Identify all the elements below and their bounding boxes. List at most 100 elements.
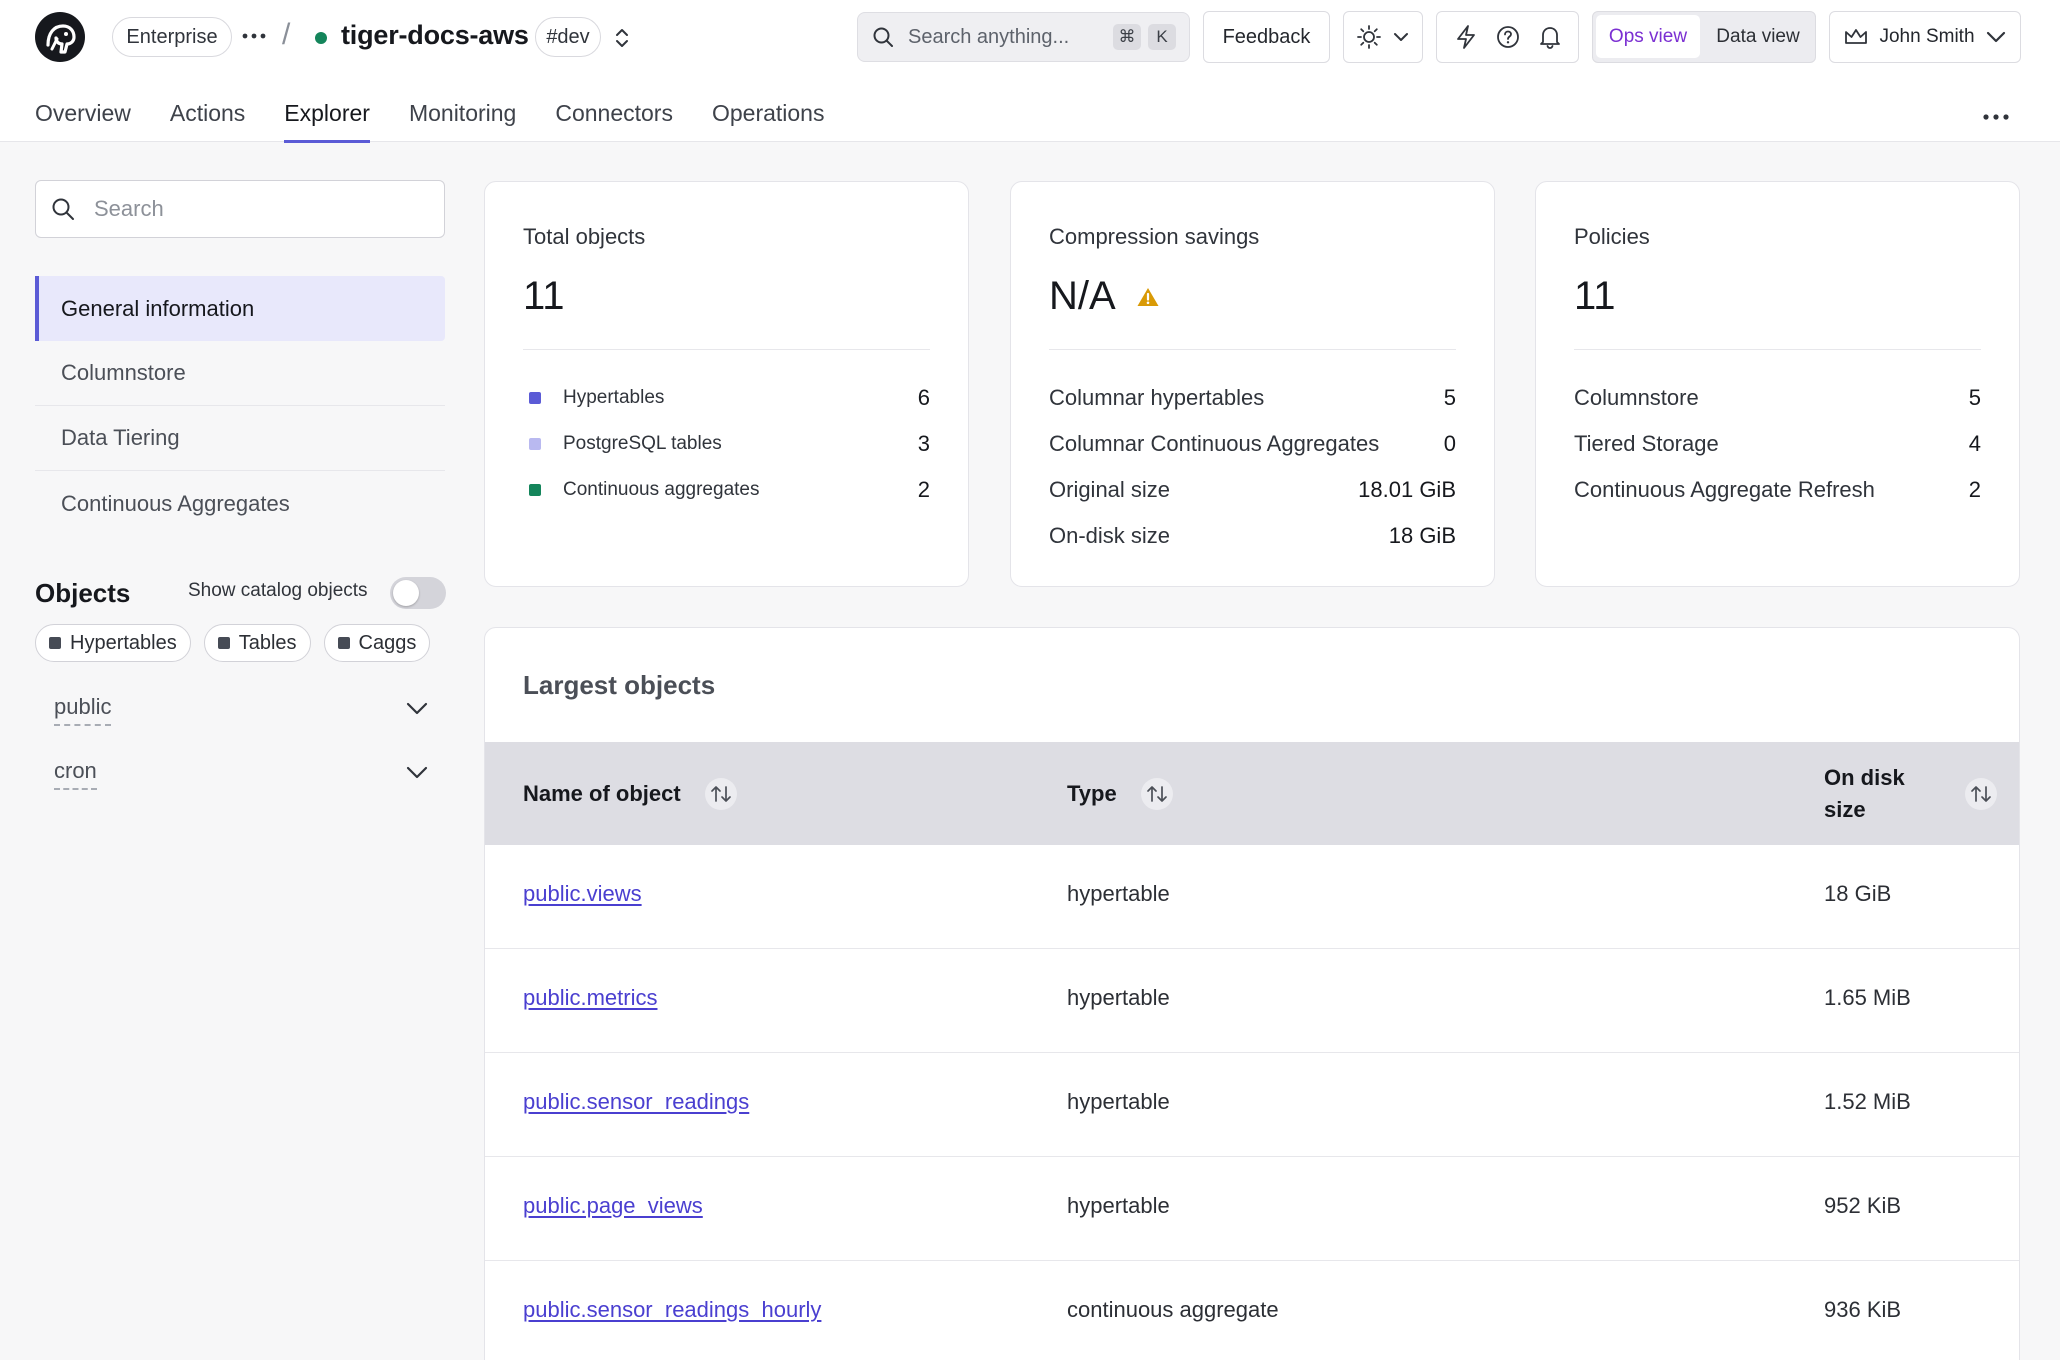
tab-actions[interactable]: Actions [170, 100, 245, 142]
stat-row-columnstore: Columnstore 5 [1574, 375, 1981, 421]
chevron-down-icon[interactable] [404, 698, 430, 718]
crown-icon [1843, 26, 1869, 48]
nav-continuous-aggregates[interactable]: Continuous Aggregates [35, 471, 445, 536]
branch-badge[interactable]: #dev [535, 17, 601, 57]
square-icon [337, 637, 350, 649]
column-label-line1: On disk [1824, 764, 1905, 790]
sort-icon[interactable] [704, 777, 737, 810]
filter-label: Hypertables [70, 631, 177, 654]
warning-icon[interactable] [1136, 286, 1160, 308]
sort-icon[interactable] [1140, 777, 1173, 810]
user-menu-button[interactable]: John Smith [1829, 11, 2021, 63]
stat-label: Continuous aggregates [563, 479, 760, 500]
square-icon [529, 438, 541, 450]
shortcut-k-key: K [1148, 24, 1176, 50]
stat-row-hypertables: Hypertables 6 [523, 375, 930, 421]
object-size: 936 KiB [1824, 1297, 1902, 1322]
breadcrumb-separator: / [282, 18, 291, 51]
filter-caggs[interactable]: Caggs [323, 624, 431, 662]
service-status-dot [315, 32, 327, 44]
object-filters: Hypertables Tables Caggs [35, 624, 431, 662]
tab-explorer[interactable]: Explorer [284, 100, 370, 143]
tiger-logo-icon[interactable] [34, 11, 86, 63]
column-header-name: Name of object [523, 742, 737, 845]
tab-overview[interactable]: Overview [35, 100, 131, 142]
card-value: 11 [523, 274, 565, 319]
column-label: Name of object [523, 780, 681, 806]
square-icon [217, 637, 230, 649]
schema-public[interactable]: public [54, 686, 446, 734]
tab-connectors[interactable]: Connectors [555, 100, 673, 142]
schema-cron[interactable]: cron [54, 750, 446, 798]
bell-icon[interactable] [1538, 24, 1562, 50]
object-name-link[interactable]: public.views [523, 881, 642, 907]
stat-value: 18.01 GiB [1358, 477, 1456, 502]
search-icon [51, 197, 75, 221]
chevron-down-icon[interactable] [404, 762, 430, 782]
object-size: 1.52 MiB [1824, 1089, 1911, 1114]
help-icon[interactable] [1495, 24, 1521, 50]
policies-card: Policies 11 Columnstore 5 Tiered Storage… [1535, 181, 2020, 587]
square-icon [49, 637, 61, 649]
total-objects-value: 11 [523, 274, 565, 318]
feedback-button[interactable]: Feedback [1203, 11, 1330, 63]
filter-label: Caggs [358, 631, 417, 654]
toggle-knob [393, 580, 419, 606]
nav-data-tiering[interactable]: Data Tiering [35, 406, 445, 471]
object-name-link[interactable]: public.sensor_readings [523, 1089, 749, 1115]
stat-row-cagg-refresh: Continuous Aggregate Refresh 2 [1574, 467, 1981, 513]
global-search[interactable]: Search anything... ⌘ K [857, 12, 1190, 62]
catalog-objects-toggle[interactable] [390, 577, 446, 609]
tab-monitoring[interactable]: Monitoring [409, 100, 516, 142]
table-row: public.sensor_readings hypertable 1.52 M… [485, 1053, 2019, 1157]
object-type: hypertable [1067, 1089, 1170, 1114]
stat-value: 3 [917, 431, 930, 456]
stat-value: 5 [1968, 385, 1981, 410]
largest-objects-title: Largest objects [523, 670, 716, 700]
nav-general-information[interactable]: General information [35, 276, 445, 341]
nav-columnstore[interactable]: Columnstore [35, 341, 445, 406]
top-header: Enterprise / tiger-docs-aws #dev Search … [0, 0, 2060, 143]
stat-label: Columnar hypertables [1049, 385, 1265, 410]
ops-view-button[interactable]: Ops view [1596, 15, 1700, 58]
lightning-icon[interactable] [1454, 24, 1478, 50]
user-name: John Smith [1879, 26, 1975, 47]
stat-value: 18 GiB [1388, 523, 1456, 548]
chevron-down-icon [1985, 27, 2007, 47]
schema-name: public [54, 694, 112, 726]
stat-label: Tiered Storage [1574, 431, 1719, 456]
chevron-up-down-icon[interactable] [611, 25, 633, 51]
stat-label: Hypertables [563, 387, 665, 408]
stat-value: 2 [917, 477, 930, 502]
more-horizontal-icon[interactable] [241, 26, 267, 46]
stat-label: Original size [1049, 477, 1171, 502]
object-name-link[interactable]: public.page_views [523, 1193, 703, 1219]
stat-label: Columnar Continuous Aggregates [1049, 431, 1380, 456]
object-type: hypertable [1067, 985, 1170, 1010]
policies-value: 11 [1574, 274, 1616, 318]
data-view-button[interactable]: Data view [1703, 15, 1813, 58]
card-title: Compression savings [1049, 224, 1260, 249]
card-value: N/A [1049, 274, 1160, 319]
column-label: On disk size [1824, 762, 1905, 826]
tab-operations[interactable]: Operations [712, 100, 825, 142]
catalog-toggle-label: Show catalog objects [188, 580, 368, 601]
filter-hypertables[interactable]: Hypertables [35, 624, 191, 662]
filter-tables[interactable]: Tables [203, 624, 311, 662]
stat-row-postgresql-tables: PostgreSQL tables 3 [523, 421, 930, 467]
stat-value: 2 [1968, 477, 1981, 502]
object-name-link[interactable]: public.metrics [523, 985, 657, 1011]
service-name[interactable]: tiger-docs-aws [341, 20, 529, 51]
plan-badge[interactable]: Enterprise [112, 17, 232, 57]
theme-toggle-button[interactable] [1343, 11, 1423, 63]
schema-name: cron [54, 758, 97, 790]
stat-value: 5 [1443, 385, 1456, 410]
sort-icon[interactable] [1965, 778, 1997, 810]
objects-heading: Objects [35, 578, 131, 608]
sidebar-search-input[interactable] [94, 193, 424, 225]
column-header-type: Type [1067, 742, 1173, 845]
column-label: Type [1067, 780, 1117, 806]
largest-objects-card: Largest objects Name of object Type On d… [484, 627, 2020, 1360]
more-horizontal-icon[interactable] [1981, 110, 2011, 124]
object-name-link[interactable]: public.sensor_readings_hourly [523, 1297, 821, 1323]
